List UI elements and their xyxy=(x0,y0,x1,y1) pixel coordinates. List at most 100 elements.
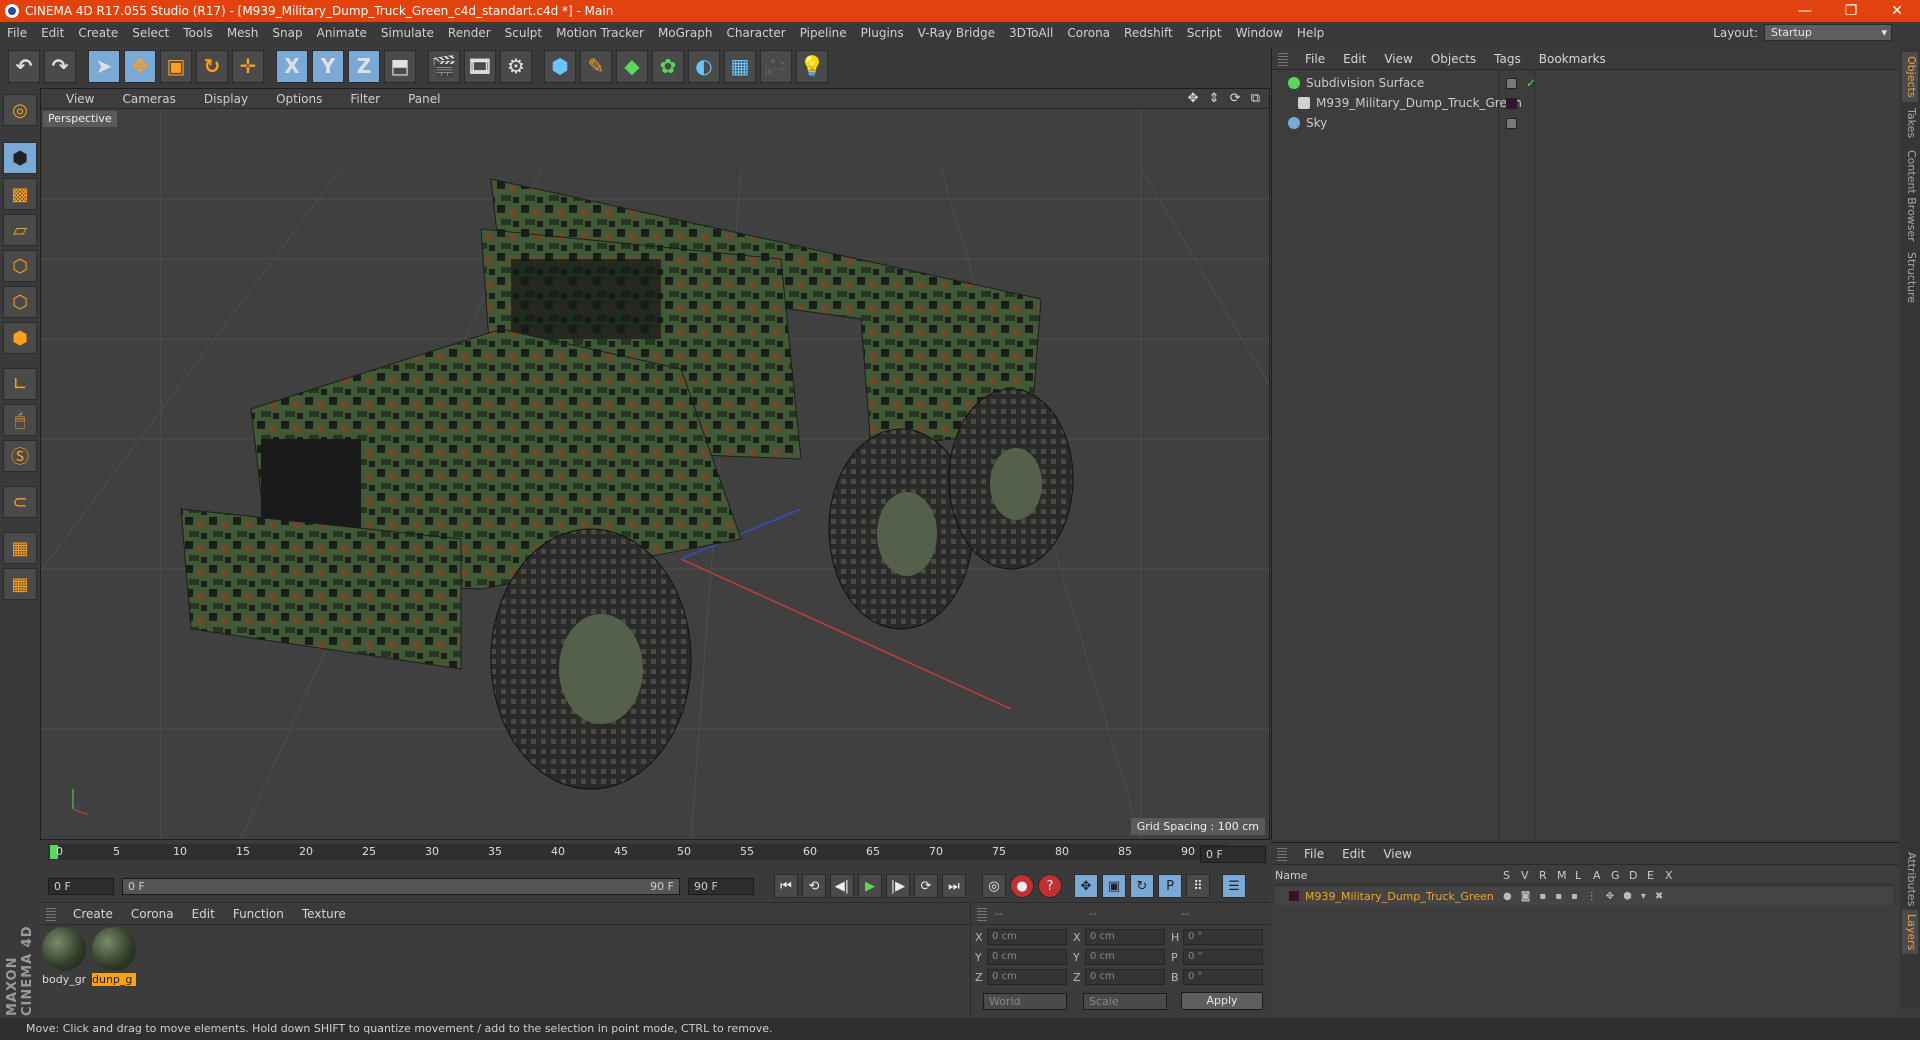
play-button[interactable]: ▶ xyxy=(858,874,882,898)
cube-object-button[interactable]: ⬢ xyxy=(544,49,576,83)
viewport-menu-filter[interactable]: Filter xyxy=(333,92,391,106)
menu-help[interactable]: Help xyxy=(1290,22,1331,44)
previous-key-button[interactable]: ⟲ xyxy=(802,874,826,898)
layers-menu-file[interactable]: File xyxy=(1295,847,1333,861)
camera-button[interactable]: 🎥 xyxy=(760,49,792,83)
restore-button[interactable]: ❐ xyxy=(1828,0,1874,22)
objects-menu-bookmarks[interactable]: Bookmarks xyxy=(1530,52,1615,66)
key-position-icon[interactable]: ✥ xyxy=(1074,874,1098,898)
menu-animate[interactable]: Animate xyxy=(310,22,374,44)
layer-flag-icons[interactable]: ●◙▪▪▪⋮✥⬢▾✖ xyxy=(1503,891,1672,902)
materials-menu-create[interactable]: Create xyxy=(64,907,122,921)
end-frame-field[interactable]: 90 F xyxy=(688,877,754,895)
object-row-sky[interactable]: Sky xyxy=(1274,114,1896,132)
move-tool[interactable]: ✥ xyxy=(124,49,156,83)
cloner-button[interactable]: ✿ xyxy=(652,49,684,83)
menu-select[interactable]: Select xyxy=(125,22,176,44)
objects-menu-tags[interactable]: Tags xyxy=(1485,52,1530,66)
tab-layers[interactable]: Layers xyxy=(1902,910,1918,955)
timeline-ruler[interactable]: 0 5 10 15 20 25 30 35 40 45 50 55 60 65 … xyxy=(40,842,1270,872)
rotation-p-field[interactable]: 0 ° xyxy=(1183,949,1263,965)
render-settings-button[interactable]: ⚙ xyxy=(500,49,532,83)
texture-mode-button[interactable]: ▩ xyxy=(3,178,37,210)
timeline-window-icon[interactable]: ☰ xyxy=(1222,874,1246,898)
tab-content-browser[interactable]: Content Browser xyxy=(1902,146,1918,246)
x-axis-lock-button[interactable]: X xyxy=(276,49,308,83)
deformer-button[interactable]: ◐ xyxy=(688,49,720,83)
current-frame-field[interactable]: 0 F xyxy=(1200,846,1266,863)
layout-dropdown[interactable]: Startup xyxy=(1764,24,1892,41)
key-parameter-icon[interactable]: P xyxy=(1158,874,1182,898)
layer-col-expressions[interactable]: E xyxy=(1647,869,1665,884)
live-selection-tool[interactable]: ➤ xyxy=(88,49,120,83)
z-axis-lock-button[interactable]: Z xyxy=(348,49,380,83)
size-mode-dropdown[interactable]: Scale xyxy=(1083,993,1167,1010)
layer-col-view[interactable]: V xyxy=(1521,869,1539,884)
panel-grip-icon[interactable] xyxy=(977,907,987,921)
tweak-mode-button[interactable]: 🖱 xyxy=(3,404,37,436)
viewport-navigation-icons[interactable]: ✥ ⇕ ⟳ ⧉ xyxy=(1188,91,1263,106)
edges-mode-button[interactable]: ⬡ xyxy=(3,286,37,318)
close-button[interactable]: ✕ xyxy=(1874,0,1920,22)
redo-button[interactable]: ↷ xyxy=(44,49,76,83)
transform-tool[interactable]: ✛ xyxy=(232,49,264,83)
menu-render[interactable]: Render xyxy=(441,22,498,44)
layer-col-deformers[interactable]: D xyxy=(1629,869,1647,884)
size-y-field[interactable]: 0 cm xyxy=(1085,949,1165,965)
frame-range-slider[interactable]: 0 F 90 F xyxy=(122,877,680,895)
visibility-toggle[interactable] xyxy=(1506,117,1517,129)
menu-file[interactable]: File xyxy=(0,22,34,44)
menu-edit[interactable]: Edit xyxy=(34,22,71,44)
snap-button[interactable]: ⊂ xyxy=(3,486,37,518)
tab-takes[interactable]: Takes xyxy=(1902,104,1918,142)
objects-menu-file[interactable]: File xyxy=(1296,52,1334,66)
light-button[interactable]: 💡 xyxy=(796,49,828,83)
materials-menu-edit[interactable]: Edit xyxy=(183,907,224,921)
menu-snap[interactable]: Snap xyxy=(265,22,309,44)
undo-button[interactable]: ↶ xyxy=(8,49,40,83)
next-key-button[interactable]: ⟳ xyxy=(914,874,938,898)
layer-col-solo[interactable]: S xyxy=(1503,869,1521,884)
pen-spline-button[interactable]: ✎ xyxy=(580,49,612,83)
objects-menu-view[interactable]: View xyxy=(1375,52,1421,66)
panel-grip-icon[interactable] xyxy=(46,907,56,921)
record-keys-icon[interactable]: ◎ xyxy=(982,874,1006,898)
menu-redshift[interactable]: Redshift xyxy=(1117,22,1180,44)
tab-structure[interactable]: Structure xyxy=(1902,248,1918,307)
rotate-tool[interactable]: ↻ xyxy=(196,49,228,83)
key-rotation-icon[interactable]: ↻ xyxy=(1130,874,1154,898)
layers-menu-edit[interactable]: Edit xyxy=(1333,847,1374,861)
visibility-toggle[interactable] xyxy=(1506,77,1517,89)
tab-attributes[interactable]: Attributes xyxy=(1902,848,1918,910)
viewport-menu-display[interactable]: Display xyxy=(187,92,259,106)
perspective-viewport[interactable]: View Cameras Display Options Filter Pane… xyxy=(40,88,1270,840)
menu-create[interactable]: Create xyxy=(71,22,125,44)
menu-3dtoall[interactable]: 3DToAll xyxy=(1002,22,1060,44)
start-frame-field[interactable]: 0 F xyxy=(48,877,114,895)
layer-col-render[interactable]: R xyxy=(1539,869,1557,884)
viewport-menu-view[interactable]: View xyxy=(49,92,105,106)
layer-row[interactable]: M939_Military_Dump_Truck_Green ●◙▪▪▪⋮✥⬢▾… xyxy=(1275,887,1893,905)
layer-col-generators[interactable]: G xyxy=(1611,869,1629,884)
workplane-mode-button[interactable]: ▱ xyxy=(3,214,37,246)
polygons-mode-button[interactable]: ⬢ xyxy=(3,322,37,354)
position-y-field[interactable]: 0 cm xyxy=(987,949,1067,965)
rotation-b-field[interactable]: 0 ° xyxy=(1183,969,1263,985)
solo-mode-button[interactable]: Ⓢ xyxy=(3,440,37,472)
position-x-field[interactable]: 0 cm xyxy=(987,929,1067,945)
menu-tools[interactable]: Tools xyxy=(176,22,220,44)
workplane-lock-button[interactable]: ▦ xyxy=(3,532,37,564)
workplane-align-button[interactable]: ▦ xyxy=(3,568,37,600)
viewport-menu-panel[interactable]: Panel xyxy=(391,92,451,106)
previous-frame-button[interactable]: ◀| xyxy=(830,874,854,898)
menu-vray-bridge[interactable]: V-Ray Bridge xyxy=(911,22,1002,44)
make-editable-button[interactable]: ◎ xyxy=(3,94,37,126)
tab-objects[interactable]: Objects xyxy=(1902,52,1918,102)
keyframe-selection-icon[interactable]: ? xyxy=(1038,874,1062,898)
autokey-icon[interactable]: ● xyxy=(1010,874,1034,898)
layer-col-locked[interactable]: L xyxy=(1575,869,1593,884)
coordinate-space-dropdown[interactable]: World xyxy=(983,993,1067,1010)
apply-button[interactable]: Apply xyxy=(1181,992,1263,1010)
layer-col-xref[interactable]: X xyxy=(1665,869,1683,884)
scale-tool[interactable]: ▣ xyxy=(160,49,192,83)
